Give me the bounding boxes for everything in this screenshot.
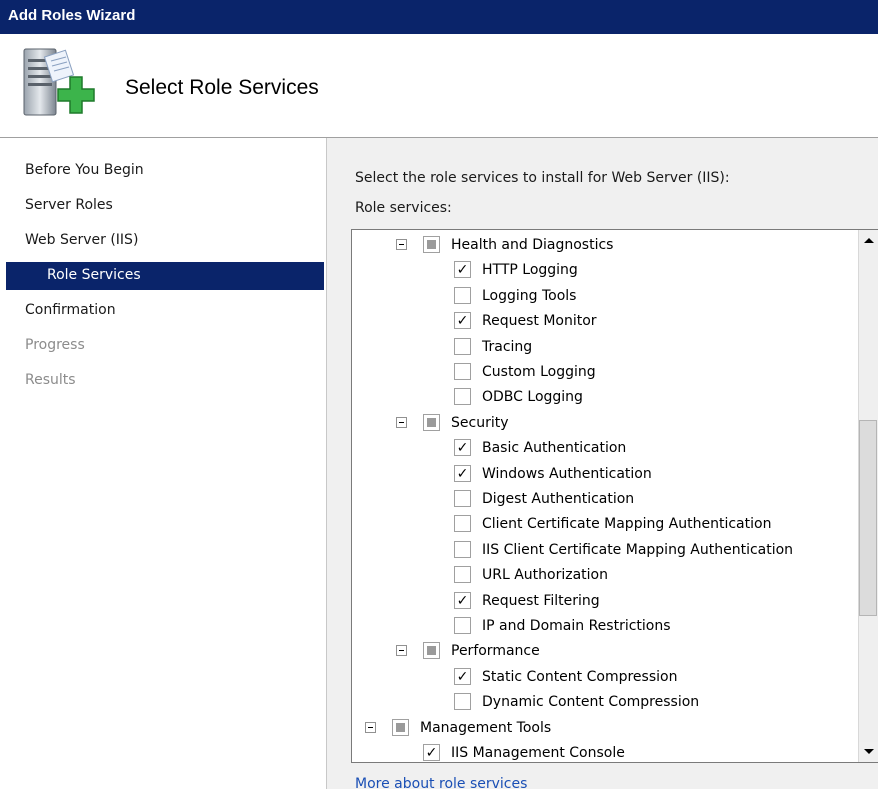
nav-item-confirmation[interactable]: Confirmation bbox=[25, 302, 116, 318]
role-service-label: Dynamic Content Compression bbox=[482, 694, 700, 711]
role-service-label: Logging Tools bbox=[482, 287, 577, 304]
tree-item-row[interactable]: IP and Domain Restrictions bbox=[352, 616, 857, 638]
tree-item-row[interactable]: IIS Management Console bbox=[352, 743, 857, 762]
role-service-checkbox[interactable] bbox=[454, 363, 471, 380]
role-service-checkbox[interactable] bbox=[423, 413, 440, 431]
nav-item-label: Role Services bbox=[47, 267, 141, 283]
role-service-label: Digest Authentication bbox=[482, 491, 635, 507]
role-service-label: IP and Domain Restrictions bbox=[482, 618, 671, 634]
wizard-steps-nav: Before You Begin Server Roles Web Server… bbox=[0, 138, 327, 789]
role-service-checkbox[interactable] bbox=[454, 388, 471, 406]
more-about-role-services-link[interactable]: More about role services bbox=[355, 776, 527, 789]
role-service-checkbox[interactable] bbox=[454, 439, 471, 457]
role-service-label: Tracing bbox=[482, 338, 533, 355]
tree-group-row[interactable]: Performance bbox=[352, 641, 857, 663]
scroll-up-button[interactable] bbox=[859, 230, 878, 250]
tree-item-row[interactable]: Request Filtering bbox=[352, 591, 857, 613]
tree-group-row[interactable]: Security bbox=[352, 413, 857, 435]
role-service-checkbox[interactable] bbox=[392, 718, 409, 736]
scroll-thumb[interactable] bbox=[859, 420, 877, 616]
role-service-label: Request Filtering bbox=[482, 592, 600, 609]
arrow-up-icon bbox=[864, 238, 874, 243]
role-service-checkbox[interactable] bbox=[423, 642, 440, 660]
role-service-checkbox[interactable] bbox=[454, 515, 471, 533]
role-service-label: Security bbox=[451, 414, 509, 431]
window-title: Add Roles Wizard bbox=[8, 7, 136, 24]
role-service-label: Custom Logging bbox=[482, 364, 596, 380]
tree-item-row[interactable]: Logging Tools bbox=[352, 286, 857, 308]
role-service-checkbox[interactable] bbox=[454, 540, 471, 558]
role-service-label: IIS Client Certificate Mapping Authentic… bbox=[482, 541, 794, 558]
nav-item-results: Results bbox=[25, 372, 76, 388]
server-add-icon bbox=[23, 48, 95, 116]
tree-item-row[interactable]: ODBC Logging bbox=[352, 387, 857, 409]
role-service-checkbox[interactable] bbox=[454, 312, 471, 330]
role-service-label: IIS Management Console bbox=[451, 745, 625, 761]
instruction-text: Select the role services to install for … bbox=[355, 170, 730, 186]
role-service-checkbox[interactable] bbox=[454, 566, 471, 584]
role-service-label: Windows Authentication bbox=[482, 465, 652, 482]
role-service-checkbox[interactable] bbox=[454, 464, 471, 482]
role-service-label: HTTP Logging bbox=[482, 262, 578, 279]
nav-item-before-you-begin[interactable]: Before You Begin bbox=[25, 162, 144, 178]
tree-item-row[interactable]: HTTP Logging bbox=[352, 260, 857, 282]
nav-item-web-server-iis[interactable]: Web Server (IIS) bbox=[25, 232, 138, 248]
add-roles-wizard-window: Add Roles Wizard Select Role Services Be… bbox=[0, 0, 878, 789]
collapse-icon[interactable] bbox=[365, 721, 376, 733]
vertical-scrollbar[interactable] bbox=[858, 230, 878, 762]
role-service-label: ODBC Logging bbox=[482, 389, 583, 406]
collapse-icon[interactable] bbox=[396, 416, 407, 428]
tree-item-row[interactable]: Tracing bbox=[352, 337, 857, 359]
role-service-checkbox[interactable] bbox=[454, 693, 471, 711]
role-service-checkbox[interactable] bbox=[454, 591, 471, 609]
collapse-icon[interactable] bbox=[396, 645, 407, 657]
page-title: Select Role Services bbox=[125, 76, 319, 99]
role-service-label: Basic Authentication bbox=[482, 440, 627, 457]
tree-item-row[interactable]: Dynamic Content Compression bbox=[352, 692, 857, 714]
role-service-checkbox[interactable] bbox=[454, 337, 471, 355]
tree-group-row[interactable]: Health and Diagnostics bbox=[352, 235, 857, 257]
arrow-down-icon bbox=[864, 749, 874, 754]
role-service-checkbox[interactable] bbox=[454, 490, 471, 507]
role-service-checkbox[interactable] bbox=[454, 667, 471, 685]
role-service-checkbox[interactable] bbox=[454, 261, 471, 279]
role-service-label: Static Content Compression bbox=[482, 668, 678, 685]
tree-item-row[interactable]: Request Monitor bbox=[352, 311, 857, 333]
title-bar[interactable]: Add Roles Wizard bbox=[0, 0, 878, 34]
tree-item-row[interactable]: Digest Authentication bbox=[352, 489, 857, 511]
role-services-tree[interactable]: Health and Diagnostics HTTP Logging Loggin… bbox=[351, 229, 878, 763]
tree-item-row[interactable]: Windows Authentication bbox=[352, 464, 857, 486]
nav-item-role-services[interactable]: Role Services bbox=[6, 262, 324, 290]
role-service-checkbox[interactable] bbox=[423, 236, 440, 253]
tree-item-row[interactable]: Client Certificate Mapping Authenticatio… bbox=[352, 514, 857, 536]
role-services-label: Role services: bbox=[355, 200, 452, 216]
nav-item-server-roles[interactable]: Server Roles bbox=[25, 197, 113, 213]
tree-item-row[interactable]: IIS Client Certificate Mapping Authentic… bbox=[352, 540, 857, 562]
tree-item-row[interactable]: Basic Authentication bbox=[352, 438, 857, 460]
nav-item-progress: Progress bbox=[25, 337, 85, 353]
tree-item-row[interactable]: Static Content Compression bbox=[352, 667, 857, 689]
scroll-down-button[interactable] bbox=[859, 742, 878, 762]
role-service-checkbox[interactable] bbox=[423, 744, 440, 761]
role-service-label: Client Certificate Mapping Authenticatio… bbox=[482, 516, 772, 533]
collapse-icon[interactable] bbox=[396, 239, 407, 250]
role-service-label: Health and Diagnostics bbox=[451, 237, 614, 253]
tree-item-row[interactable]: Custom Logging bbox=[352, 362, 857, 384]
role-service-label: Request Monitor bbox=[482, 313, 597, 330]
role-service-checkbox[interactable] bbox=[454, 617, 471, 634]
tree-item-row[interactable]: URL Authorization bbox=[352, 565, 857, 587]
wizard-header: Select Role Services bbox=[0, 34, 878, 138]
role-service-label: URL Authorization bbox=[482, 567, 608, 584]
role-service-checkbox[interactable] bbox=[454, 286, 471, 304]
role-service-label: Performance bbox=[451, 643, 540, 660]
tree-group-row[interactable]: Management Tools bbox=[352, 718, 857, 740]
role-service-label: Management Tools bbox=[420, 719, 552, 736]
